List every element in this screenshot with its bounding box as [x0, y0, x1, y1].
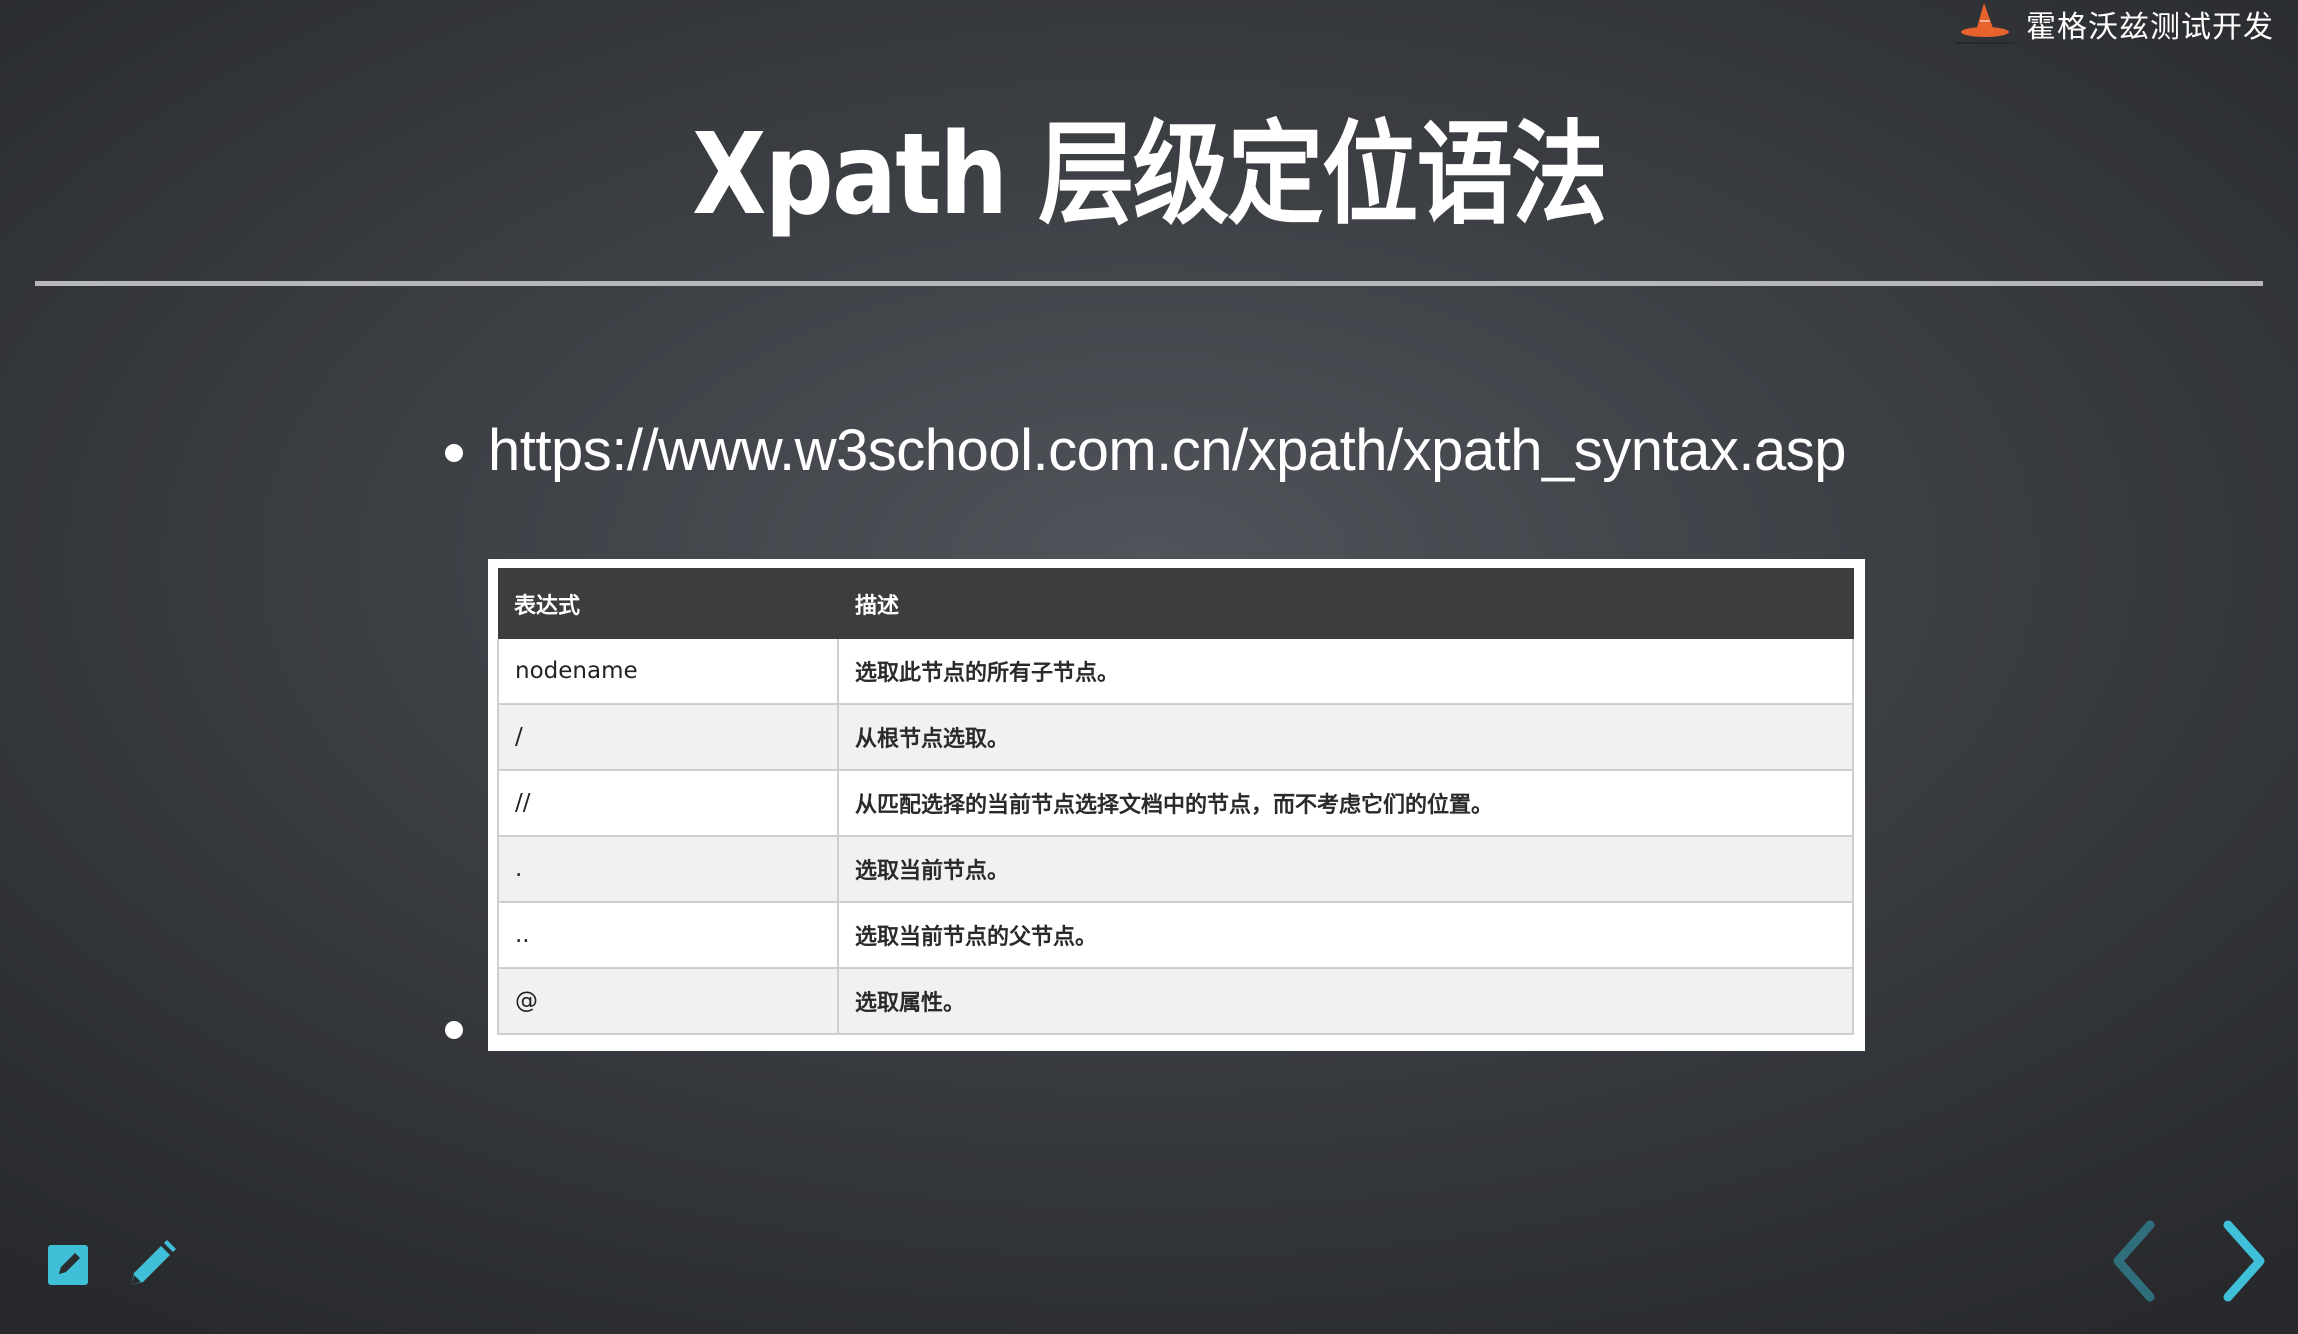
- wizard-hat-logo-icon: [1954, 1, 2016, 47]
- table-row: / 从根节点选取。: [497, 704, 1854, 771]
- title-divider: [35, 281, 2263, 286]
- table-row: // 从匹配选择的当前节点选择文档中的节点，而不考虑它们的位置。: [497, 770, 1854, 837]
- chevron-left-icon: [2113, 1220, 2155, 1302]
- table-row: @ 选取属性。: [497, 968, 1854, 1035]
- bullet-marker: [445, 1021, 463, 1039]
- description-cell: 从匹配选择的当前节点选择文档中的节点，而不考虑它们的位置。: [837, 770, 1854, 837]
- table-header-row: 表达式 描述: [498, 568, 1854, 639]
- pencil-icon: [131, 1240, 176, 1285]
- table-row: nodename 选取此节点的所有子节点。: [497, 639, 1854, 705]
- brand-name: 霍格沃兹测试开发: [2026, 10, 2274, 45]
- table-row: . 选取当前节点。: [497, 836, 1854, 903]
- xpath-syntax-table-image: 表达式 描述 nodename 选取此节点的所有子节点。 / 从根节点选取。 /…: [488, 559, 1865, 1051]
- table-row: .. 选取当前节点的父节点。: [497, 902, 1854, 969]
- slide-title: Xpath 层级定位语法: [692, 110, 1607, 240]
- expression-cell: @: [497, 968, 839, 1035]
- description-cell: 从根节点选取。: [837, 704, 1854, 771]
- w3school-xpath-link[interactable]: https://www.w3school.com.cn/xpath/xpath_…: [488, 412, 1847, 490]
- xpath-syntax-table: 表达式 描述 nodename 选取此节点的所有子节点。 / 从根节点选取。 /…: [497, 568, 1854, 1035]
- expression-cell: //: [497, 770, 839, 837]
- expression-cell: /: [497, 704, 839, 771]
- description-cell: 选取此节点的所有子节点。: [837, 639, 1854, 705]
- column-header-description: 描述: [838, 568, 1854, 639]
- bullet-marker: [445, 444, 463, 462]
- previous-slide-button[interactable]: [2104, 1219, 2164, 1303]
- description-cell: 选取属性。: [837, 968, 1854, 1035]
- expression-cell: ..: [497, 902, 839, 969]
- expression-cell: nodename: [497, 639, 839, 705]
- brand: 霍格沃兹测试开发: [1954, 0, 2274, 48]
- description-cell: 选取当前节点。: [837, 836, 1854, 903]
- edit-slide-icon: [48, 1245, 88, 1285]
- draw-button[interactable]: [124, 1236, 180, 1292]
- next-slide-button[interactable]: [2214, 1219, 2274, 1303]
- edit-slide-button[interactable]: [41, 1236, 97, 1292]
- description-cell: 选取当前节点的父节点。: [837, 902, 1854, 969]
- expression-cell: .: [497, 836, 839, 903]
- chevron-right-icon: [2223, 1220, 2265, 1302]
- column-header-expression: 表达式: [498, 568, 839, 639]
